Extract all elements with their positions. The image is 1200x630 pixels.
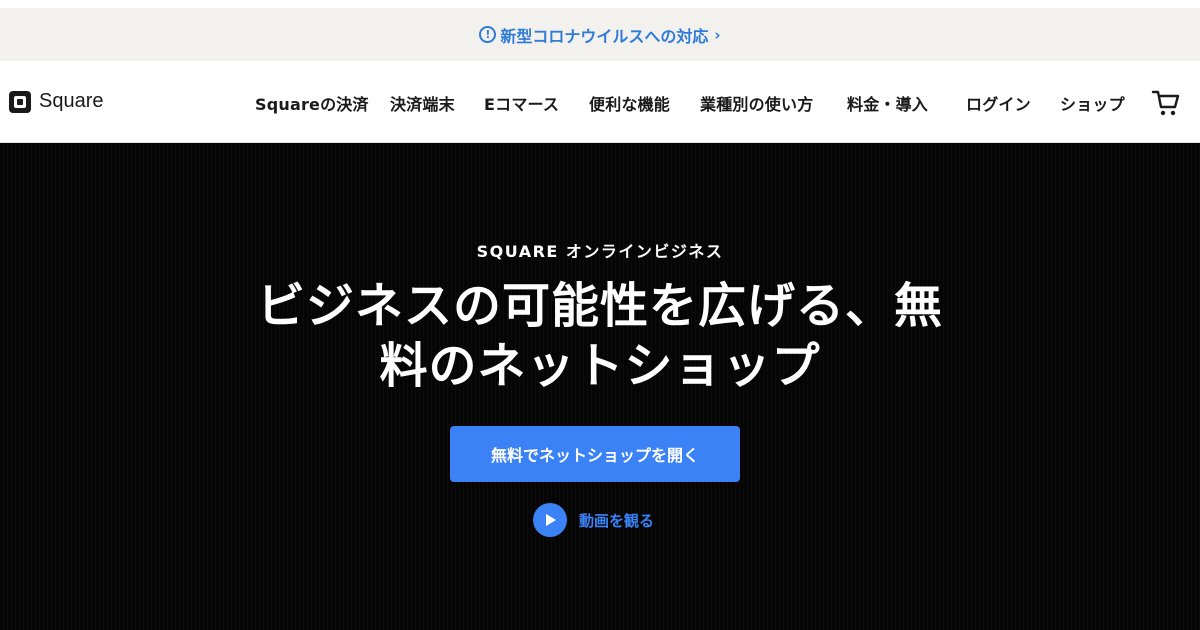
nav-item-login[interactable]: ログイン [966,91,1031,115]
chevron-right-icon: › [714,25,721,44]
logo-text: Square [39,90,104,112]
square-logo[interactable]: Square [9,90,104,113]
announcement-text[interactable]: 新型コロナウイルスへの対応 [500,23,708,47]
nav-item-terminals[interactable]: 決済端末 [390,91,455,115]
nav-item-ecommerce[interactable]: Eコマース [484,91,559,115]
hero-headline-line1: ビジネスの可能性を広げる、無 [256,278,943,334]
hero-section: SQUARE オンラインビジネス ビジネスの可能性を広げる、無 料のネットショッ… [0,143,1200,630]
nav-item-features[interactable]: 便利な機能 [589,91,670,115]
open-shop-button[interactable]: 無料でネットショップを開く [450,426,740,482]
page: ! 新型コロナウイルスへの対応 › Square Squareの決済 決済端末 … [0,0,1200,630]
hero-headline: ビジネスの可能性を広げる、無 料のネットショップ [250,276,950,396]
nav-item-shop[interactable]: ショップ [1060,91,1125,115]
nav-item-payments[interactable]: Squareの決済 [255,91,369,115]
cart-icon[interactable] [1151,88,1181,118]
hero-headline-line2: 料のネットショップ [379,338,821,394]
hero-eyebrow: SQUARE オンラインビジネス [476,242,724,261]
nav-item-industries[interactable]: 業種別の使い方 [700,91,813,115]
site-header: Square Squareの決済 決済端末 Eコマース 便利な機能 業種別の使い… [0,61,1200,143]
watch-video-label[interactable]: 動画を観る [579,510,654,531]
info-icon: ! [479,26,497,43]
announcement-bar[interactable]: ! 新型コロナウイルスへの対応 › [0,8,1200,61]
play-icon[interactable] [533,503,567,537]
nav-item-pricing[interactable]: 料金・導入 [847,91,928,115]
watch-video-link[interactable]: 動画を観る [533,503,654,537]
top-strip [0,0,1200,8]
square-logo-icon [9,90,31,113]
